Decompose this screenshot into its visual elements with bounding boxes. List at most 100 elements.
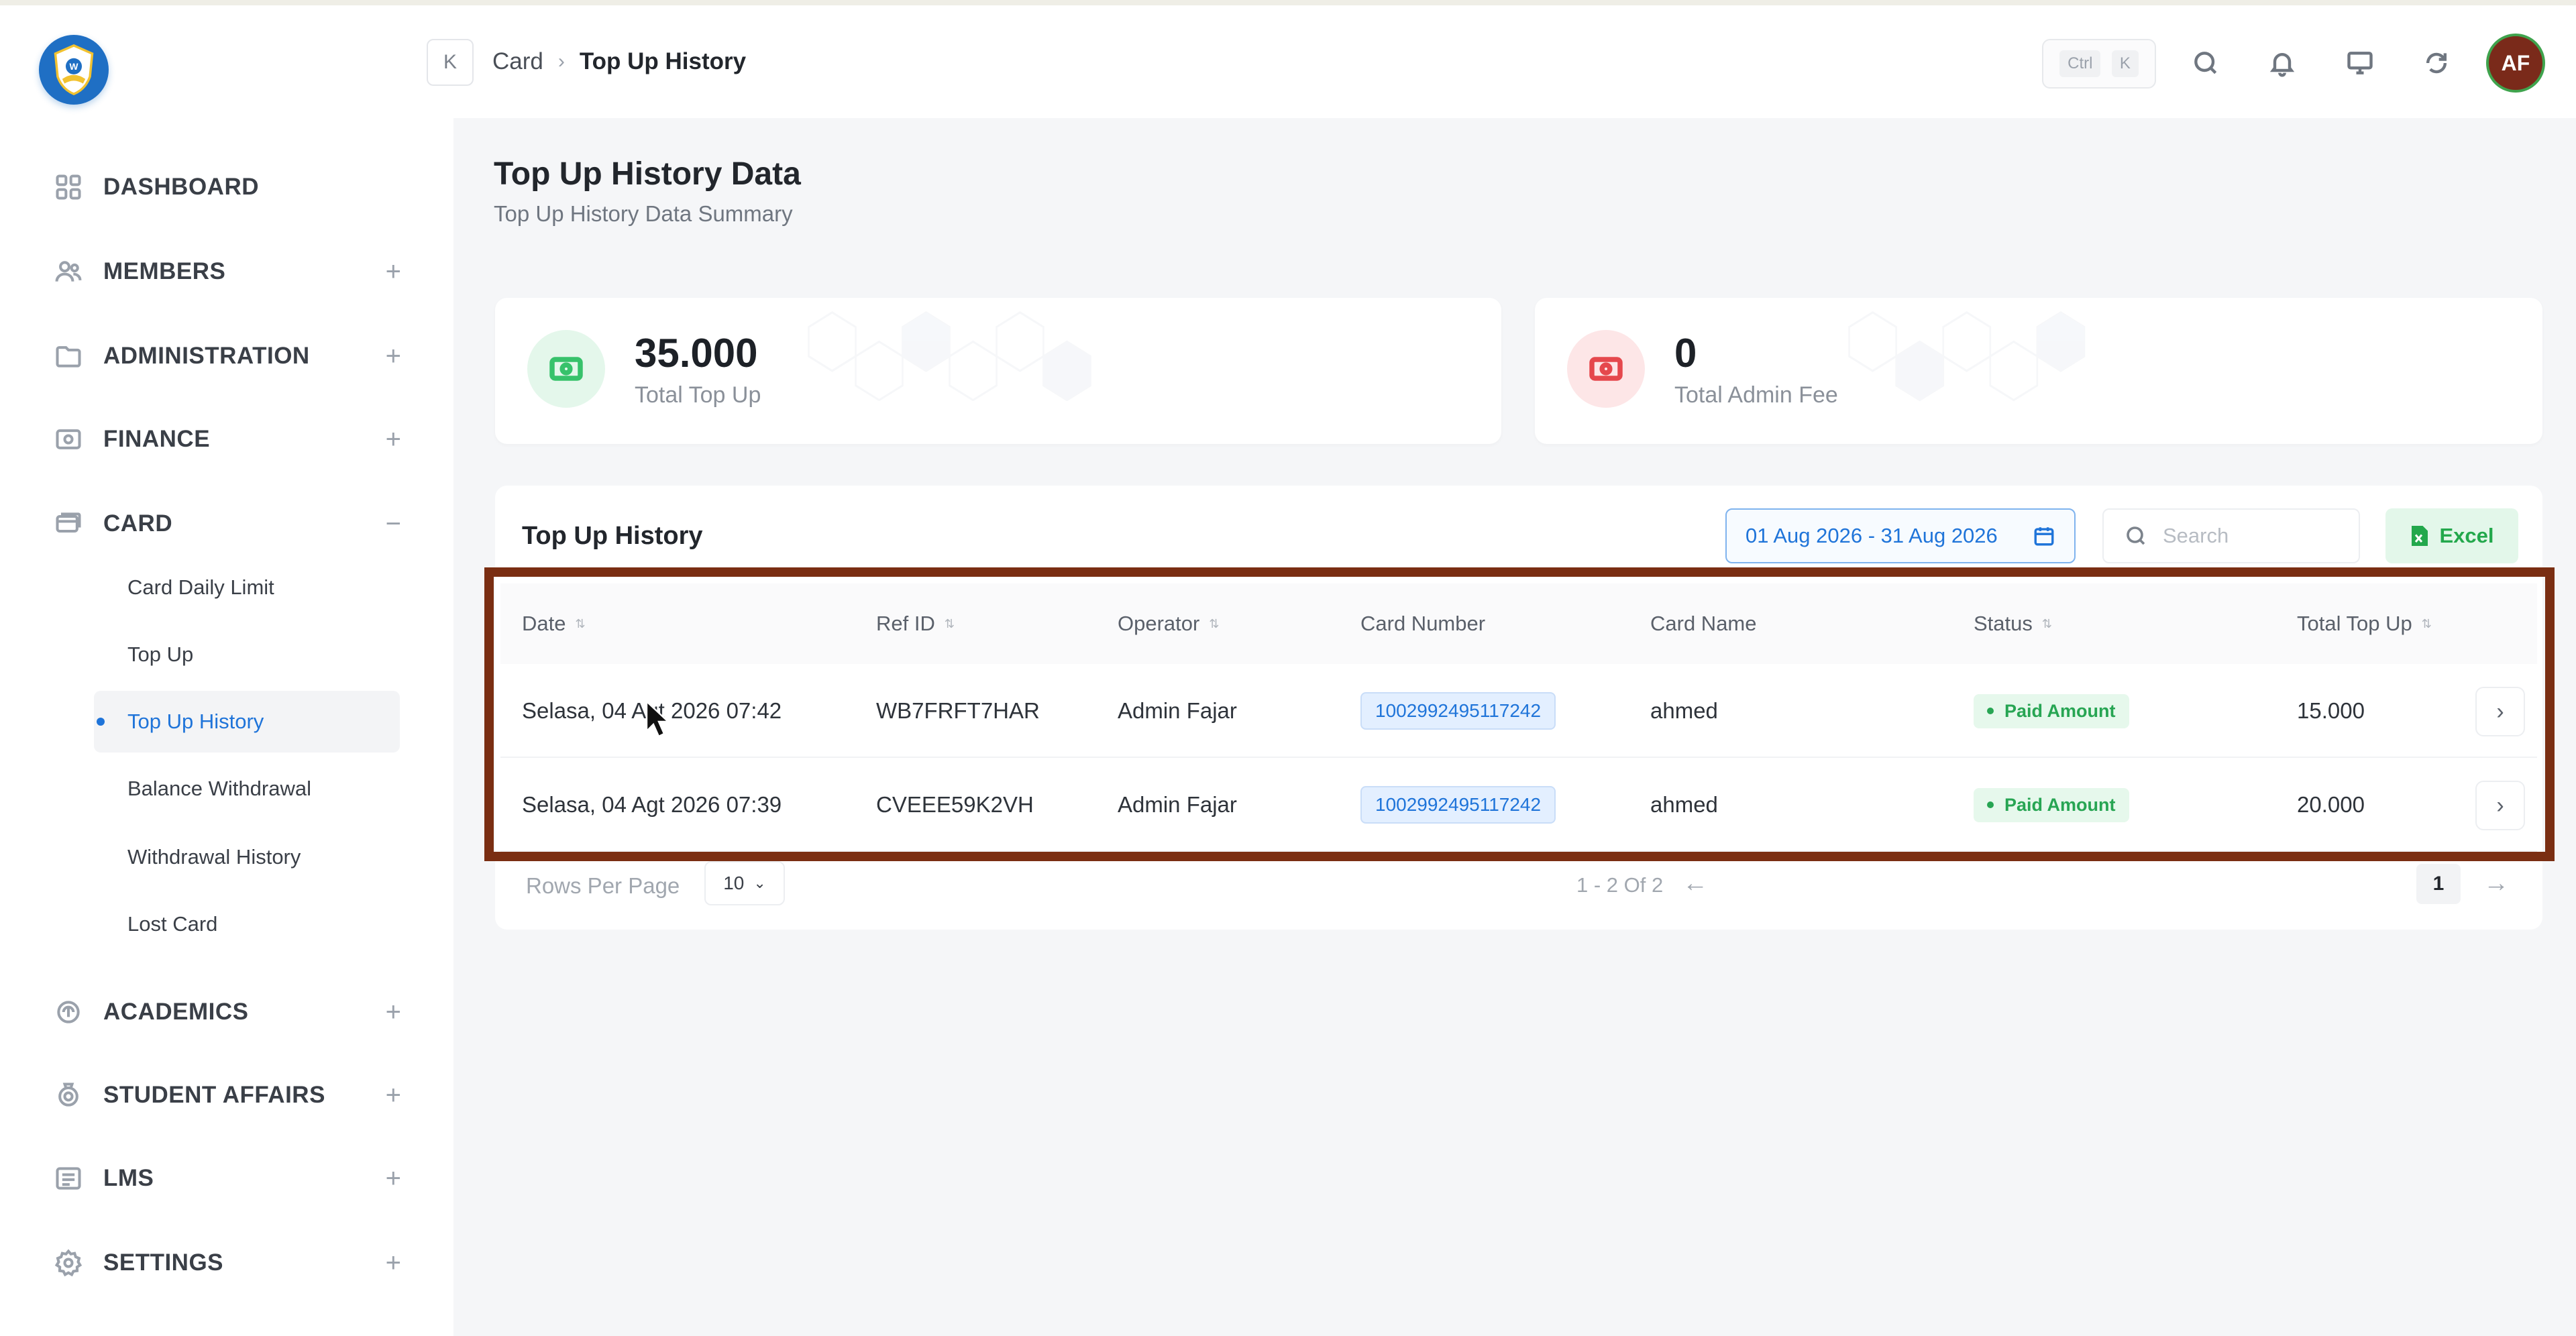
expand-icon[interactable]: + <box>386 425 401 455</box>
column-label: Total Top Up <box>2297 612 2412 635</box>
next-page-icon[interactable]: → <box>2483 869 2509 898</box>
previous-page-icon[interactable]: ← <box>1682 869 1708 898</box>
grid-icon <box>52 171 85 203</box>
table-header: Date ⇅ Ref ID ⇅ Operator ⇅ Card Number Card… <box>500 583 2537 664</box>
chevron-down-icon: ⌄ <box>753 875 766 891</box>
search-field[interactable] <box>2102 508 2360 563</box>
sidebar-item-label: CARD <box>103 510 173 537</box>
sidebar-item-academics[interactable]: ACADEMICS + <box>52 982 401 1042</box>
sidebar-item-settings[interactable]: SETTINGS + <box>52 1233 401 1293</box>
card-number-chip[interactable]: 1002992495117242 <box>1360 692 1556 730</box>
sidebar: W DASHBOARD MEMBERS + ADMINISTRATION + F… <box>0 5 453 1336</box>
search-icon <box>2127 526 2145 545</box>
excel-export-button[interactable]: Excel <box>2385 508 2518 563</box>
folder-icon <box>52 340 85 372</box>
table-row[interactable]: Selasa, 04 Agt 2026 07:39 CVEEE59K2VH Ad… <box>500 758 2537 852</box>
total-top-up-label: Total Top Up <box>635 382 761 408</box>
total-top-up-value: 35.000 <box>635 331 758 376</box>
logo-emblem-icon: W <box>54 44 94 95</box>
cell-total-top-up: 20.000 <box>2297 792 2365 817</box>
sidebar-subitem-withdrawal-history[interactable]: Withdrawal History <box>94 826 400 888</box>
cell-card-name: ahmed <box>1650 792 1718 817</box>
sidebar-subitem-top-up-history[interactable]: Top Up History <box>94 691 400 753</box>
academic-icon <box>52 996 85 1028</box>
app-logo[interactable]: W <box>39 35 109 105</box>
collapse-icon[interactable]: − <box>386 509 401 539</box>
sidebar-subitem-balance-withdrawal[interactable]: Balance Withdrawal <box>94 758 400 820</box>
table-row[interactable]: Selasa, 04 Agt 2026 07:42 WB7FRFT7HAR Ad… <box>500 664 2537 758</box>
refresh-icon[interactable] <box>2419 46 2454 80</box>
excel-file-icon <box>2412 526 2428 546</box>
sidebar-item-label: LMS <box>103 1165 154 1191</box>
sidebar-item-label: FINANCE <box>103 426 211 452</box>
sort-icon[interactable]: ⇅ <box>575 618 585 630</box>
column-header-ref-id[interactable]: Ref ID ⇅ <box>876 583 955 664</box>
total-admin-fee-value: 0 <box>1674 331 1697 376</box>
expand-icon[interactable]: + <box>386 1248 401 1278</box>
column-header-card-name: Card Name <box>1650 583 1757 664</box>
cell-card-name: ahmed <box>1650 698 1718 723</box>
expand-icon[interactable]: + <box>386 341 401 372</box>
sidebar-item-lms[interactable]: LMS + <box>52 1148 401 1209</box>
sidebar-item-label: ACADEMICS <box>103 999 249 1025</box>
cell-status: Paid Amount <box>1974 758 2129 852</box>
sidebar-collapse-button[interactable]: K <box>427 39 474 86</box>
gear-icon <box>52 1247 85 1279</box>
expand-icon[interactable]: + <box>386 1164 401 1194</box>
page-number-button[interactable]: 1 <box>2416 864 2461 904</box>
total-admin-fee-label: Total Admin Fee <box>1674 382 1838 408</box>
sidebar-item-label: STUDENT AFFAIRS <box>103 1082 325 1108</box>
date-range-picker[interactable]: 01 Aug 2026 - 31 Aug 2026 <box>1725 508 2076 563</box>
column-header-date[interactable]: Date ⇅ <box>522 583 586 664</box>
search-input[interactable] <box>2163 524 2351 548</box>
sort-icon[interactable]: ⇅ <box>945 618 955 630</box>
cell-ref-id: CVEEE59K2VH <box>876 792 1034 817</box>
user-avatar[interactable]: AF <box>2486 34 2545 93</box>
sidebar-subitem-top-up[interactable]: Top Up <box>94 624 400 685</box>
rows-per-page-select[interactable]: 10 ⌄ <box>704 861 785 905</box>
card-number-chip[interactable]: 1002992495117242 <box>1360 786 1556 824</box>
money-icon <box>52 423 85 455</box>
command-shortcut-button[interactable]: Ctrl K <box>2042 39 2156 89</box>
sidebar-item-finance[interactable]: FINANCE + <box>52 409 401 469</box>
top-up-history-table-card: Top Up History 01 Aug 2026 - 31 Aug 2026… <box>495 486 2542 930</box>
column-header-total-top-up[interactable]: Total Top Up ⇅ <box>2297 583 2432 664</box>
sidebar-item-card[interactable]: CARD − <box>52 494 401 554</box>
status-badge: Paid Amount <box>1974 787 2129 822</box>
expand-icon[interactable]: + <box>386 997 401 1027</box>
cell-operator: Admin Fajar <box>1118 792 1237 817</box>
breadcrumb: Card › Top Up History <box>492 48 746 75</box>
monitor-icon[interactable] <box>2343 46 2377 80</box>
sidebar-item-student-affairs[interactable]: STUDENT AFFAIRS + <box>52 1065 401 1125</box>
bell-icon[interactable] <box>2265 46 2300 80</box>
sidebar-item-dashboard[interactable]: DASHBOARD <box>52 157 401 217</box>
hexagon-pattern <box>808 311 1091 402</box>
breadcrumb-current: Top Up History <box>579 48 747 74</box>
search-icon[interactable] <box>2188 46 2223 80</box>
table-title: Top Up History <box>522 522 703 550</box>
kbd-k: K <box>2111 50 2139 77</box>
sort-icon[interactable]: ⇅ <box>2422 618 2432 630</box>
top-header <box>453 5 2576 118</box>
expand-icon[interactable]: + <box>386 257 401 287</box>
sidebar-item-label: SETTINGS <box>103 1249 224 1276</box>
hexagon-pattern <box>1847 311 2085 402</box>
column-header-operator[interactable]: Operator ⇅ <box>1118 583 1219 664</box>
sort-icon[interactable]: ⇅ <box>1209 618 1219 630</box>
sidebar-subitem-lost-card[interactable]: Lost Card <box>94 893 400 955</box>
row-detail-chevron-icon[interactable]: › <box>2475 781 2525 830</box>
sidebar-item-administration[interactable]: ADMINISTRATION + <box>52 326 401 386</box>
sort-icon[interactable]: ⇅ <box>2042 618 2052 630</box>
column-label: Card Number <box>1360 612 1486 635</box>
card-icon <box>52 508 85 540</box>
row-detail-chevron-icon[interactable]: › <box>2475 687 2525 736</box>
sidebar-item-members[interactable]: MEMBERS + <box>52 241 401 302</box>
column-label: Ref ID <box>876 612 935 635</box>
breadcrumb-card[interactable]: Card <box>492 48 543 75</box>
chevron-right-icon: › <box>557 50 565 72</box>
column-header-status[interactable]: Status ⇅ <box>1974 583 2052 664</box>
sidebar-subitem-card-daily-limit[interactable]: Card Daily Limit <box>94 557 400 618</box>
cell-total-top-up: 15.000 <box>2297 698 2365 723</box>
expand-icon[interactable]: + <box>386 1080 401 1111</box>
top-stripe <box>0 0 2576 5</box>
